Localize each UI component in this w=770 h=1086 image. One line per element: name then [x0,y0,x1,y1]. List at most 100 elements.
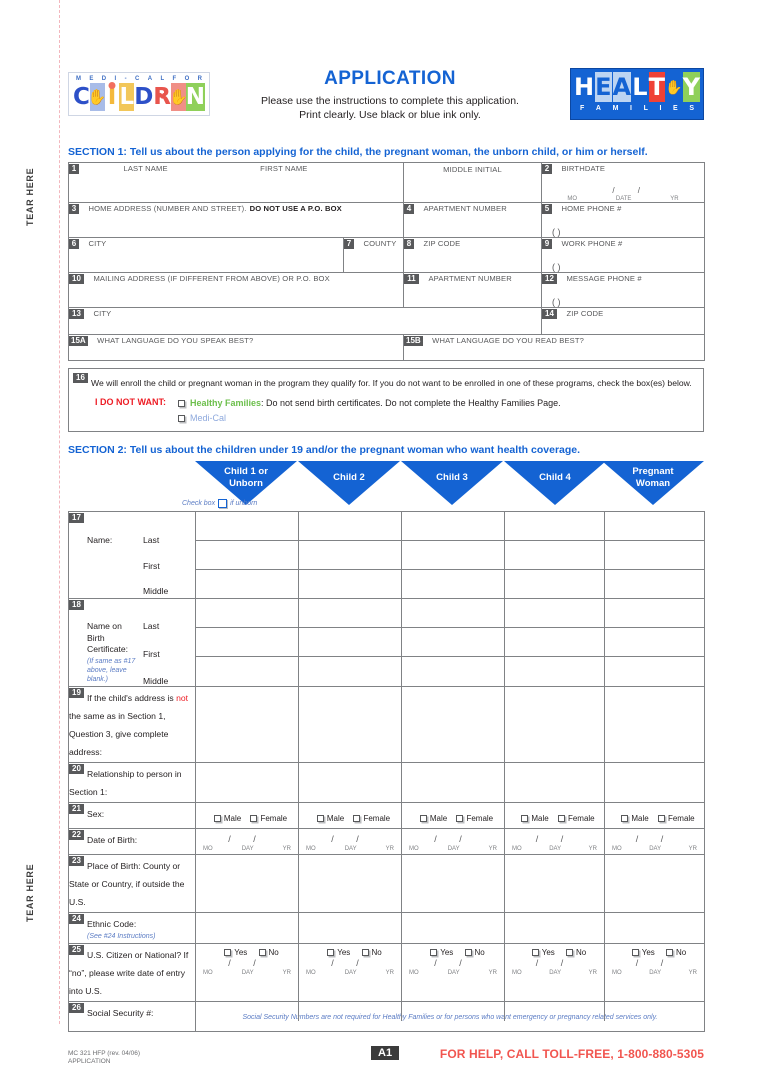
input-18-last-child3[interactable] [401,597,505,629]
input-18-first-child1[interactable] [195,627,299,658]
field-mailing-address[interactable]: 10 MAILING ADDRESS (IF DIFFERENT FROM AB… [68,272,404,308]
input-22-dob-child1[interactable]: / / MO DAY YR [195,827,299,855]
input-22-dob-child3[interactable]: / / MO DAY YR [401,827,505,855]
input-22-dob-child4[interactable]: / / MO DAY YR [504,827,605,855]
input-24-pregnant[interactable] [604,911,705,944]
checkbox-female[interactable] [657,814,665,822]
input-20-pregnant[interactable] [604,761,705,803]
input-24-child2[interactable] [298,911,402,944]
checkbox-male[interactable] [316,814,324,822]
opt-medi-cal[interactable]: Medi-Cal [178,411,561,426]
checkbox-male[interactable] [419,814,427,822]
input-17-last-child2[interactable] [298,511,402,541]
input-19-child3[interactable] [401,685,505,763]
input-19-pregnant[interactable] [604,685,705,763]
input-25-child3[interactable]: Yes No / / MO DAY YR [401,942,505,1002]
input-23-child4[interactable] [504,853,605,913]
checkbox-male[interactable] [521,814,529,822]
checkbox-male[interactable] [621,814,629,822]
field-home-address[interactable]: 3 HOME ADDRESS (NUMBER AND STREET). DO NO… [68,202,404,238]
field-city[interactable]: 6 CITY [68,237,344,273]
input-23-child1[interactable] [195,853,299,913]
input-17-middle-child1[interactable] [195,569,299,599]
field-mailing-city[interactable]: 13 CITY [68,307,542,335]
input-19-child4[interactable] [504,685,605,763]
input-18-last-child4[interactable] [504,597,605,629]
checkbox-yes[interactable] [531,948,539,956]
checkbox-unborn[interactable] [218,499,228,508]
input-17-first-child3[interactable] [401,540,505,570]
input-18-last-child2[interactable] [298,597,402,629]
checkbox-no[interactable] [258,948,266,956]
input-21-sex-child3[interactable]: Male Female [401,801,505,829]
input-17-last-child3[interactable] [401,511,505,541]
checkbox-no[interactable] [464,948,472,956]
checkbox-female[interactable] [557,814,565,822]
input-17-last-pregnant[interactable] [604,511,705,541]
input-17-first-child2[interactable] [298,540,402,570]
input-25-pregnant[interactable]: Yes No / / MO DAY YR [604,942,705,1002]
checkbox-no[interactable] [666,948,674,956]
field-mailing-zip-code[interactable]: 14 ZIP CODE [541,307,705,335]
field-language-read[interactable]: 15B WHAT LANGUAGE DO YOU READ BEST? [403,334,705,361]
input-17-middle-child3[interactable] [401,569,505,599]
field-language-spoken[interactable]: 15A WHAT LANGUAGE DO YOU SPEAK BEST? [68,334,404,361]
input-18-first-pregnant[interactable] [604,627,705,658]
input-22-dob-pregnant[interactable]: / / MO DAY YR [604,827,705,855]
checkbox-yes[interactable] [631,948,639,956]
input-17-first-pregnant[interactable] [604,540,705,570]
input-24-child4[interactable] [504,911,605,944]
checkbox-female[interactable] [456,814,464,822]
field-mailing-apartment-number[interactable]: 11 APARTMENT NUMBER [403,272,542,308]
input-18-first-child2[interactable] [298,627,402,658]
input-21-sex-child4[interactable]: Male Female [504,801,605,829]
input-20-child3[interactable] [401,761,505,803]
opt-healthy-families[interactable]: Healthy Families: Do not send birth cert… [178,396,561,411]
input-23-child3[interactable] [401,853,505,913]
checkbox-yes[interactable] [224,948,232,956]
input-17-last-child1[interactable] [195,511,299,541]
checkbox-male[interactable] [213,814,221,822]
input-25-child4[interactable]: Yes No / / MO DAY YR [504,942,605,1002]
input-19-child2[interactable] [298,685,402,763]
input-21-sex-child2[interactable]: Male Female [298,801,402,829]
checkbox-yes[interactable] [430,948,438,956]
input-18-last-child1[interactable] [195,597,299,629]
input-18-middle-child4[interactable] [504,656,605,687]
field-middle-initial[interactable]: MIDDLE INITIAL [403,162,542,203]
checkbox-female[interactable] [250,814,258,822]
input-25-child2[interactable]: Yes No / / MO DAY YR [298,942,402,1002]
input-18-middle-child2[interactable] [298,656,402,687]
field-county[interactable]: 7 COUNTY [343,237,404,273]
input-25-child1[interactable]: Yes No / / MO DAY YR [195,942,299,1002]
input-23-pregnant[interactable] [604,853,705,913]
input-23-child2[interactable] [298,853,402,913]
input-18-first-child3[interactable] [401,627,505,658]
input-17-first-child4[interactable] [504,540,605,570]
field-home-phone[interactable]: 5 HOME PHONE # ( ) [541,202,705,238]
input-17-middle-child2[interactable] [298,569,402,599]
input-17-first-child1[interactable] [195,540,299,570]
input-18-last-pregnant[interactable] [604,597,705,629]
field-work-phone[interactable]: 9 WORK PHONE # ( ) [541,237,705,273]
field-apartment-number[interactable]: 4 APARTMENT NUMBER [403,202,542,238]
input-17-middle-child4[interactable] [504,569,605,599]
input-18-middle-pregnant[interactable] [604,656,705,687]
input-19-child1[interactable] [195,685,299,763]
checkbox-healthy-families-optout[interactable] [178,400,185,407]
field-name[interactable]: 1 LAST NAME FIRST NAME [68,162,404,203]
input-21-sex-pregnant[interactable]: Male Female [604,801,705,829]
input-18-first-child4[interactable] [504,627,605,658]
input-17-last-child4[interactable] [504,511,605,541]
input-21-sex-child1[interactable]: Male Female [195,801,299,829]
field-message-phone[interactable]: 12 MESSAGE PHONE # ( ) [541,272,705,308]
checkbox-yes[interactable] [327,948,335,956]
checkbox-no[interactable] [361,948,369,956]
input-18-middle-child1[interactable] [195,656,299,687]
input-22-dob-child2[interactable]: / / MO DAY YR [298,827,402,855]
input-26-ssn-row[interactable]: Social Security Numbers are not required… [195,1000,705,1032]
field-zip-code[interactable]: 8 ZIP CODE [403,237,542,273]
input-18-middle-child3[interactable] [401,656,505,687]
input-20-child2[interactable] [298,761,402,803]
checkbox-female[interactable] [353,814,361,822]
